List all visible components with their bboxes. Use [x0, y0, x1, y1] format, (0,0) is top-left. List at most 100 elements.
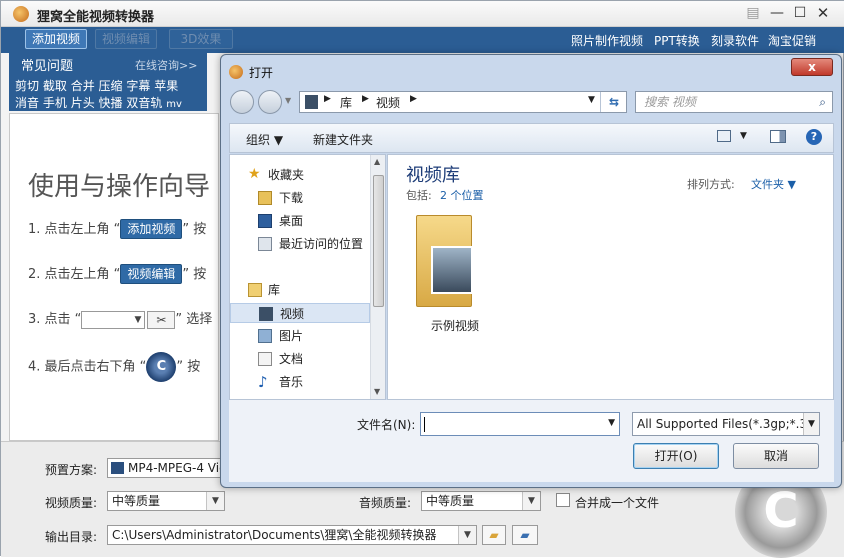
faq-row-2: 消音 手机 片头 快播 双音轨 mv	[15, 94, 182, 111]
faq-link[interactable]: 字幕	[126, 79, 150, 93]
link-burn[interactable]: 刻录软件	[711, 32, 759, 49]
merge-label: 合并成一个文件	[575, 496, 660, 510]
nav-label: 库	[268, 283, 281, 297]
step-text: ” 按	[182, 267, 207, 282]
guide-title: 使用与操作向导	[28, 172, 211, 202]
sort-value[interactable]: 文件夹 ▼	[751, 176, 796, 192]
guide-step-2: 2. 点击左上角 “视频编辑” 按	[28, 263, 206, 284]
nav-label: 视频	[280, 307, 305, 321]
breadcrumb-videos[interactable]: 视频	[376, 94, 400, 111]
online-consult-link[interactable]: 在线咨询>>	[135, 57, 197, 73]
filename-input[interactable]: ▼	[420, 412, 620, 436]
cancel-button[interactable]: 取消	[733, 443, 819, 469]
audio-quality-value: 中等质量	[426, 494, 475, 508]
nav-downloads[interactable]: 下载	[230, 188, 370, 208]
title-bar: 狸窝全能视频转换器 ▤ — ☐ ✕	[1, 1, 844, 27]
merge-checkbox[interactable]	[556, 493, 570, 507]
nav-desktop[interactable]: 桌面	[230, 211, 370, 231]
close-button[interactable]: ✕	[813, 4, 833, 22]
search-input[interactable]: 搜索 视频 ⌕	[635, 91, 833, 113]
help-icon[interactable]: ?	[806, 129, 822, 145]
step3-combo-icon: ▼	[81, 310, 146, 329]
forward-button[interactable]	[258, 90, 282, 114]
menu-icon[interactable]: ▤	[743, 4, 763, 22]
video-quality-select[interactable]: 中等质量 ▼	[107, 491, 225, 511]
nav-libraries[interactable]: 库	[230, 280, 370, 300]
scroll-down-icon[interactable]: ▼	[374, 387, 380, 396]
breadcrumb-library[interactable]: 库	[340, 94, 352, 111]
maximize-button[interactable]: ☐	[790, 4, 810, 22]
view-options-icon[interactable]	[717, 130, 731, 142]
search-icon[interactable]: ⌕	[819, 92, 826, 112]
faq-link[interactable]: 截取	[43, 79, 67, 93]
new-folder-button[interactable]: 新建文件夹	[313, 131, 373, 148]
audio-quality-select[interactable]: 中等质量 ▼	[421, 491, 541, 511]
link-taobao[interactable]: 淘宝促销	[768, 32, 816, 49]
nav-documents[interactable]: 文档	[230, 349, 370, 369]
faq-link[interactable]: 片头	[71, 96, 95, 110]
organize-button[interactable]: 组织 ▼	[246, 131, 283, 148]
back-button[interactable]	[230, 90, 254, 114]
preview-pane-icon[interactable]	[770, 130, 786, 143]
filename-dropdown-icon[interactable]: ▼	[608, 418, 615, 428]
library-icon	[248, 283, 262, 297]
chevron-down-icon: ▼	[206, 492, 224, 510]
3d-effect-button[interactable]: 3D效果	[169, 29, 233, 49]
folder-item[interactable]: 示例视频	[410, 215, 500, 335]
nav-videos[interactable]: 视频	[230, 303, 370, 323]
faq-link[interactable]: 压缩	[99, 79, 123, 93]
dialog-logo-icon	[229, 65, 243, 79]
app-logo-icon	[13, 6, 29, 22]
filetype-select[interactable]: All Supported Files(*.3gp;*.3 ▼	[632, 412, 820, 436]
faq-link[interactable]: 苹果	[154, 79, 178, 93]
add-video-button[interactable]: 添加视频	[25, 29, 88, 49]
includes-link[interactable]: 2 个位置	[440, 187, 484, 203]
scroll-thumb[interactable]	[373, 175, 384, 307]
edit-video-button[interactable]: 视频编辑	[95, 29, 158, 49]
minimize-button[interactable]: —	[767, 4, 787, 22]
nav-favorites[interactable]: ★ 收藏夹	[230, 165, 370, 185]
nav-scrollbar[interactable]: ▲ ▼	[370, 155, 385, 399]
address-bar[interactable]: ▶ 库 ▶ 视频 ▶ ▼ ⇆	[299, 91, 627, 113]
preset-select[interactable]: MP4-MPEG-4 Vid	[107, 458, 223, 478]
faq-link[interactable]: 手机	[43, 96, 67, 110]
output-dir-select[interactable]: C:\Users\Administrator\Documents\狸窝\全能视频…	[107, 525, 477, 545]
library-title: 视频库	[406, 165, 460, 186]
video-quality-label: 视频质量:	[45, 496, 98, 510]
link-ppt[interactable]: PPT转换	[654, 32, 700, 49]
nav-pictures[interactable]: 图片	[230, 326, 370, 346]
command-bar: 组织 ▼ 新建文件夹 ▼ ?	[229, 123, 834, 153]
recent-places-icon	[258, 237, 272, 251]
nav-music[interactable]: ♪ 音乐	[230, 372, 370, 392]
browse-folder-icon[interactable]: ▰	[512, 525, 538, 545]
address-dropdown-icon[interactable]: ▼	[588, 95, 595, 105]
text-caret	[424, 417, 425, 432]
faq-link[interactable]: mv	[166, 99, 182, 110]
chevron-down-icon: ▼	[522, 492, 540, 510]
sort-label: 排列方式:	[687, 178, 735, 191]
downloads-icon	[258, 191, 272, 205]
breadcrumb-sep-icon: ▶	[362, 94, 369, 104]
faq-link[interactable]: 双音轨	[126, 96, 162, 110]
history-chevron-icon[interactable]: ▼	[285, 96, 291, 105]
faq-link[interactable]: 消音	[15, 96, 39, 110]
nav-label: 最近访问的位置	[279, 237, 364, 251]
faq-link[interactable]: 合并	[71, 79, 95, 93]
folder-open-icon[interactable]: ▰	[482, 525, 506, 545]
refresh-icon[interactable]: ⇆	[600, 92, 627, 112]
nav-recent[interactable]: 最近访问的位置	[230, 234, 370, 254]
faq-title: 常见问题	[21, 59, 74, 74]
breadcrumb-sep-icon: ▶	[410, 94, 417, 104]
filename-label: 文件名(N):	[357, 418, 416, 432]
chevron-down-icon: ▼	[458, 526, 476, 544]
nav-label: 文档	[279, 352, 304, 366]
link-photo-video[interactable]: 照片制作视频	[571, 32, 643, 49]
film-icon	[111, 462, 124, 474]
file-list-pane: 视频库 包括: 2 个位置 排列方式: 文件夹 ▼ 示例视频	[387, 154, 834, 400]
scroll-up-icon[interactable]: ▲	[374, 157, 380, 166]
faq-link[interactable]: 快播	[99, 96, 123, 110]
dialog-close-button[interactable]: x	[791, 58, 833, 76]
open-button[interactable]: 打开(O)	[633, 443, 719, 469]
view-options-chevron-icon[interactable]: ▼	[740, 131, 747, 141]
faq-link[interactable]: 剪切	[15, 79, 39, 93]
